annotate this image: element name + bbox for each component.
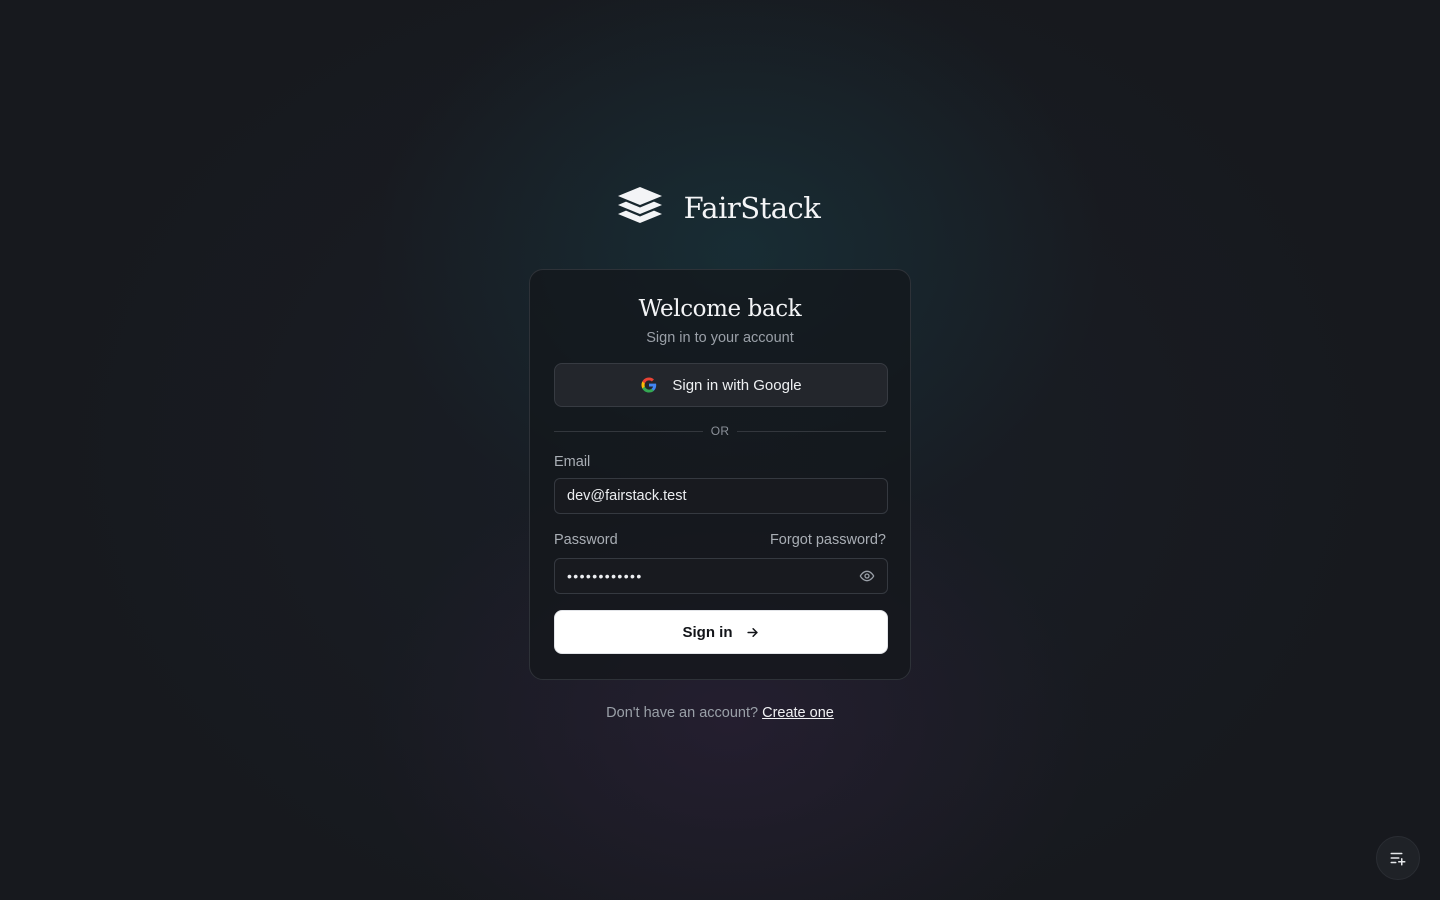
brand-name: FairStack — [683, 191, 821, 225]
create-account-prompt: Don't have an account? Create one — [0, 705, 1440, 721]
sign-in-button[interactable]: Sign in — [554, 610, 888, 654]
arrow-right-icon — [746, 627, 758, 637]
card-title: Welcome back — [638, 296, 802, 322]
email-label: Email — [554, 454, 591, 470]
eye-icon[interactable] — [859, 568, 875, 584]
password-label: Password — [554, 532, 618, 548]
sign-in-button-label: Sign in — [682, 623, 733, 641]
brand-header: FairStack — [0, 183, 1440, 233]
create-account-text: Don't have an account? — [606, 705, 759, 721]
password-label-row: Password Forgot password? — [554, 532, 886, 548]
or-divider: OR — [554, 423, 887, 439]
forgot-password-link[interactable]: Forgot password? — [770, 532, 886, 548]
divider-text: OR — [710, 424, 730, 438]
password-value: •••••••••••• — [567, 568, 643, 584]
email-field[interactable]: dev@fairstack.test — [554, 478, 888, 514]
google-sign-in-button[interactable]: Sign in with Google — [554, 363, 888, 407]
create-account-link[interactable]: Create one — [762, 705, 834, 721]
card-subtitle: Sign in to your account — [646, 330, 794, 346]
google-button-label: Sign in with Google — [672, 376, 802, 394]
list-sparkle-icon — [1390, 852, 1406, 866]
divider-line-right — [737, 430, 887, 432]
email-value: dev@fairstack.test — [567, 488, 687, 504]
password-field[interactable]: •••••••••••• — [554, 558, 888, 594]
divider-line-left — [554, 430, 703, 432]
sign-in-card: Welcome back Sign in to your account Sig… — [529, 269, 911, 680]
floating-action-button[interactable] — [1376, 836, 1420, 880]
google-g-icon — [641, 377, 657, 393]
stacked-layers-icon — [617, 187, 662, 223]
